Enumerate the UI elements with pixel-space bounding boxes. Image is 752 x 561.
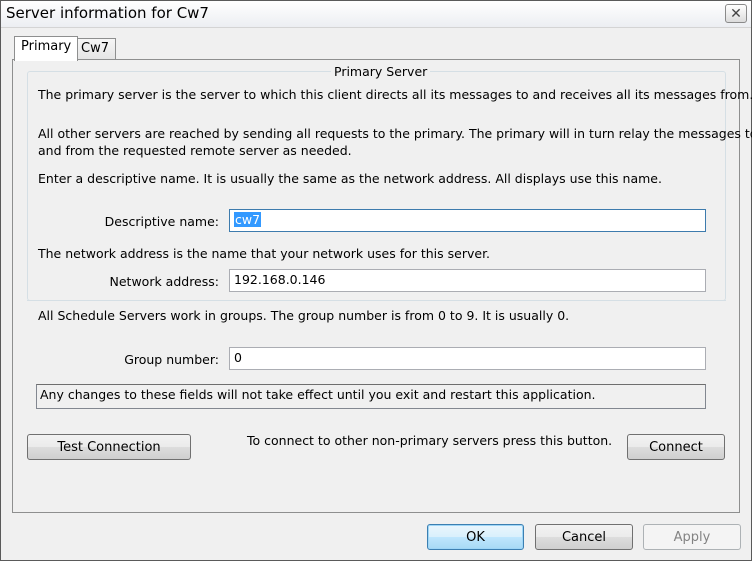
network-address-note: The network address is the name that you… xyxy=(38,246,491,261)
group-number-input[interactable]: 0 xyxy=(229,347,706,370)
group-number-note: All Schedule Servers work in groups. The… xyxy=(38,308,570,323)
separator xyxy=(27,300,726,301)
dialog-window: Server information for Cw7 ✕ Primary Cw7… xyxy=(0,0,752,561)
descriptive-name-value: cw7 xyxy=(234,212,262,227)
title-bar: Server information for Cw7 ✕ xyxy=(1,1,751,28)
primary-description: The primary server is the server to whic… xyxy=(38,87,752,102)
close-icon: ✕ xyxy=(730,5,742,22)
descriptive-name-input[interactable]: cw7 xyxy=(229,209,706,232)
network-address-input[interactable]: 192.168.0.146 xyxy=(229,269,706,292)
group-title: Primary Server xyxy=(331,64,431,79)
tab-cw7[interactable]: Cw7 xyxy=(74,38,116,61)
group-number-label: Group number: xyxy=(124,352,219,367)
descriptive-name-instructions: Enter a descriptive name. It is usually … xyxy=(38,171,662,186)
relay-description-line1: All other servers are reached by sending… xyxy=(38,126,752,141)
descriptive-name-label: Descriptive name: xyxy=(104,214,219,229)
network-address-label: Network address: xyxy=(109,274,220,289)
test-connection-button[interactable]: Test Connection xyxy=(27,434,191,460)
cancel-button[interactable]: Cancel xyxy=(535,524,633,550)
restart-notice: Any changes to these fields will not tak… xyxy=(36,384,706,409)
relay-description-line2: and from the requested remote server as … xyxy=(38,143,352,158)
close-button[interactable]: ✕ xyxy=(725,4,747,23)
connect-button[interactable]: Connect xyxy=(627,434,725,460)
apply-button[interactable]: Apply xyxy=(643,524,741,550)
window-title: Server information for Cw7 xyxy=(6,4,209,22)
primary-server-group xyxy=(27,71,726,301)
tab-primary[interactable]: Primary xyxy=(14,36,79,61)
connect-hint: To connect to other non-primary servers … xyxy=(247,433,613,448)
ok-button[interactable]: OK xyxy=(427,524,524,550)
